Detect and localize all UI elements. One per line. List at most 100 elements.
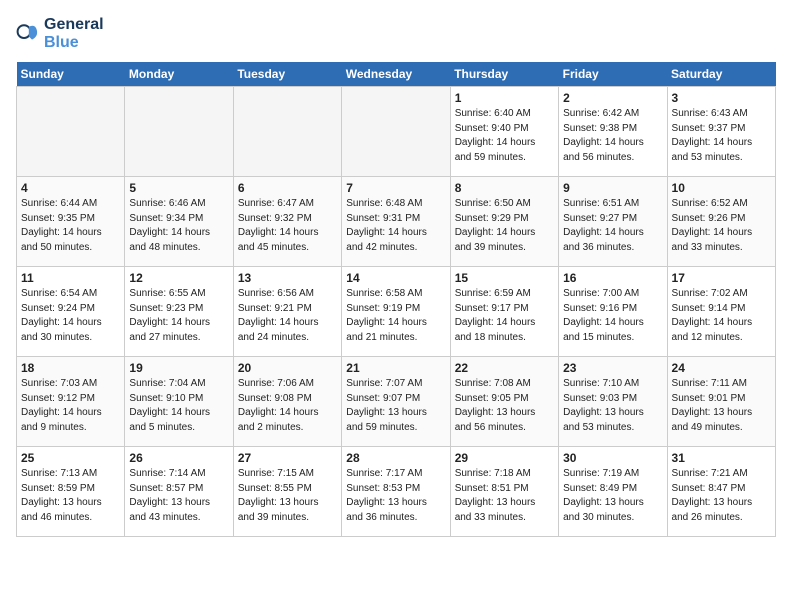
day-info: Sunrise: 6:59 AMSunset: 9:17 PMDaylight:…	[455, 288, 536, 343]
calendar-cell: 10 Sunrise: 6:52 AMSunset: 9:26 PMDaylig…	[667, 177, 775, 267]
calendar-cell: 13 Sunrise: 6:56 AMSunset: 9:21 PMDaylig…	[233, 267, 341, 357]
day-number: 20	[238, 361, 337, 375]
day-info: Sunrise: 6:43 AMSunset: 9:37 PMDaylight:…	[672, 108, 753, 163]
calendar-week-4: 18 Sunrise: 7:03 AMSunset: 9:12 PMDaylig…	[17, 357, 776, 447]
day-number: 5	[129, 181, 228, 195]
calendar-cell: 9 Sunrise: 6:51 AMSunset: 9:27 PMDayligh…	[559, 177, 667, 267]
calendar-cell: 28 Sunrise: 7:17 AMSunset: 8:53 PMDaylig…	[342, 447, 450, 537]
day-info: Sunrise: 6:42 AMSunset: 9:38 PMDaylight:…	[563, 108, 644, 163]
calendar-cell: 31 Sunrise: 7:21 AMSunset: 8:47 PMDaylig…	[667, 447, 775, 537]
day-info: Sunrise: 7:08 AMSunset: 9:05 PMDaylight:…	[455, 378, 536, 433]
day-header-wednesday: Wednesday	[342, 62, 450, 87]
day-info: Sunrise: 7:00 AMSunset: 9:16 PMDaylight:…	[563, 288, 644, 343]
calendar-cell: 12 Sunrise: 6:55 AMSunset: 9:23 PMDaylig…	[125, 267, 233, 357]
calendar-cell: 22 Sunrise: 7:08 AMSunset: 9:05 PMDaylig…	[450, 357, 558, 447]
day-info: Sunrise: 7:04 AMSunset: 9:10 PMDaylight:…	[129, 378, 210, 433]
calendar-cell: 4 Sunrise: 6:44 AMSunset: 9:35 PMDayligh…	[17, 177, 125, 267]
logo-text: General Blue	[44, 16, 104, 52]
day-info: Sunrise: 7:21 AMSunset: 8:47 PMDaylight:…	[672, 468, 753, 523]
day-number: 27	[238, 451, 337, 465]
day-number: 26	[129, 451, 228, 465]
calendar-week-3: 11 Sunrise: 6:54 AMSunset: 9:24 PMDaylig…	[17, 267, 776, 357]
day-number: 14	[346, 271, 445, 285]
day-info: Sunrise: 7:06 AMSunset: 9:08 PMDaylight:…	[238, 378, 319, 433]
day-number: 11	[21, 271, 120, 285]
day-info: Sunrise: 6:52 AMSunset: 9:26 PMDaylight:…	[672, 198, 753, 253]
calendar-cell: 17 Sunrise: 7:02 AMSunset: 9:14 PMDaylig…	[667, 267, 775, 357]
day-number: 4	[21, 181, 120, 195]
calendar-cell: 23 Sunrise: 7:10 AMSunset: 9:03 PMDaylig…	[559, 357, 667, 447]
calendar-cell: 30 Sunrise: 7:19 AMSunset: 8:49 PMDaylig…	[559, 447, 667, 537]
calendar-week-2: 4 Sunrise: 6:44 AMSunset: 9:35 PMDayligh…	[17, 177, 776, 267]
calendar-table: SundayMondayTuesdayWednesdayThursdayFrid…	[16, 62, 776, 537]
day-info: Sunrise: 6:51 AMSunset: 9:27 PMDaylight:…	[563, 198, 644, 253]
calendar-cell: 24 Sunrise: 7:11 AMSunset: 9:01 PMDaylig…	[667, 357, 775, 447]
day-number: 18	[21, 361, 120, 375]
calendar-cell	[17, 87, 125, 177]
day-number: 6	[238, 181, 337, 195]
calendar-cell: 20 Sunrise: 7:06 AMSunset: 9:08 PMDaylig…	[233, 357, 341, 447]
day-number: 31	[672, 451, 771, 465]
day-number: 12	[129, 271, 228, 285]
day-info: Sunrise: 6:54 AMSunset: 9:24 PMDaylight:…	[21, 288, 102, 343]
day-info: Sunrise: 6:40 AMSunset: 9:40 PMDaylight:…	[455, 108, 536, 163]
logo: General Blue	[16, 16, 104, 52]
day-info: Sunrise: 7:15 AMSunset: 8:55 PMDaylight:…	[238, 468, 319, 523]
day-number: 8	[455, 181, 554, 195]
day-number: 30	[563, 451, 662, 465]
day-info: Sunrise: 7:18 AMSunset: 8:51 PMDaylight:…	[455, 468, 536, 523]
day-number: 28	[346, 451, 445, 465]
calendar-cell: 8 Sunrise: 6:50 AMSunset: 9:29 PMDayligh…	[450, 177, 558, 267]
calendar-cell	[342, 87, 450, 177]
calendar-cell: 7 Sunrise: 6:48 AMSunset: 9:31 PMDayligh…	[342, 177, 450, 267]
day-info: Sunrise: 7:13 AMSunset: 8:59 PMDaylight:…	[21, 468, 102, 523]
day-info: Sunrise: 7:14 AMSunset: 8:57 PMDaylight:…	[129, 468, 210, 523]
calendar-cell: 1 Sunrise: 6:40 AMSunset: 9:40 PMDayligh…	[450, 87, 558, 177]
day-number: 25	[21, 451, 120, 465]
day-info: Sunrise: 6:48 AMSunset: 9:31 PMDaylight:…	[346, 198, 427, 253]
day-header-tuesday: Tuesday	[233, 62, 341, 87]
day-info: Sunrise: 6:46 AMSunset: 9:34 PMDaylight:…	[129, 198, 210, 253]
day-header-saturday: Saturday	[667, 62, 775, 87]
day-number: 3	[672, 91, 771, 105]
day-info: Sunrise: 6:47 AMSunset: 9:32 PMDaylight:…	[238, 198, 319, 253]
day-number: 19	[129, 361, 228, 375]
day-header-thursday: Thursday	[450, 62, 558, 87]
day-info: Sunrise: 7:19 AMSunset: 8:49 PMDaylight:…	[563, 468, 644, 523]
calendar-cell: 6 Sunrise: 6:47 AMSunset: 9:32 PMDayligh…	[233, 177, 341, 267]
calendar-cell: 14 Sunrise: 6:58 AMSunset: 9:19 PMDaylig…	[342, 267, 450, 357]
calendar-cell: 3 Sunrise: 6:43 AMSunset: 9:37 PMDayligh…	[667, 87, 775, 177]
day-info: Sunrise: 6:44 AMSunset: 9:35 PMDaylight:…	[21, 198, 102, 253]
day-number: 10	[672, 181, 771, 195]
day-number: 22	[455, 361, 554, 375]
calendar-week-1: 1 Sunrise: 6:40 AMSunset: 9:40 PMDayligh…	[17, 87, 776, 177]
calendar-header-row: SundayMondayTuesdayWednesdayThursdayFrid…	[17, 62, 776, 87]
day-info: Sunrise: 6:56 AMSunset: 9:21 PMDaylight:…	[238, 288, 319, 343]
day-info: Sunrise: 6:50 AMSunset: 9:29 PMDaylight:…	[455, 198, 536, 253]
day-info: Sunrise: 7:10 AMSunset: 9:03 PMDaylight:…	[563, 378, 644, 433]
day-info: Sunrise: 6:58 AMSunset: 9:19 PMDaylight:…	[346, 288, 427, 343]
day-header-sunday: Sunday	[17, 62, 125, 87]
day-number: 29	[455, 451, 554, 465]
calendar-cell	[125, 87, 233, 177]
day-number: 7	[346, 181, 445, 195]
calendar-cell: 2 Sunrise: 6:42 AMSunset: 9:38 PMDayligh…	[559, 87, 667, 177]
calendar-cell: 18 Sunrise: 7:03 AMSunset: 9:12 PMDaylig…	[17, 357, 125, 447]
day-info: Sunrise: 7:03 AMSunset: 9:12 PMDaylight:…	[21, 378, 102, 433]
calendar-cell: 26 Sunrise: 7:14 AMSunset: 8:57 PMDaylig…	[125, 447, 233, 537]
day-info: Sunrise: 7:11 AMSunset: 9:01 PMDaylight:…	[672, 378, 753, 433]
day-number: 23	[563, 361, 662, 375]
calendar-cell: 16 Sunrise: 7:00 AMSunset: 9:16 PMDaylig…	[559, 267, 667, 357]
calendar-cell: 25 Sunrise: 7:13 AMSunset: 8:59 PMDaylig…	[17, 447, 125, 537]
day-number: 21	[346, 361, 445, 375]
calendar-cell: 15 Sunrise: 6:59 AMSunset: 9:17 PMDaylig…	[450, 267, 558, 357]
calendar-cell: 29 Sunrise: 7:18 AMSunset: 8:51 PMDaylig…	[450, 447, 558, 537]
calendar-cell: 27 Sunrise: 7:15 AMSunset: 8:55 PMDaylig…	[233, 447, 341, 537]
day-number: 15	[455, 271, 554, 285]
day-header-friday: Friday	[559, 62, 667, 87]
logo-icon	[16, 22, 40, 46]
day-header-monday: Monday	[125, 62, 233, 87]
day-info: Sunrise: 6:55 AMSunset: 9:23 PMDaylight:…	[129, 288, 210, 343]
calendar-cell: 21 Sunrise: 7:07 AMSunset: 9:07 PMDaylig…	[342, 357, 450, 447]
day-number: 9	[563, 181, 662, 195]
